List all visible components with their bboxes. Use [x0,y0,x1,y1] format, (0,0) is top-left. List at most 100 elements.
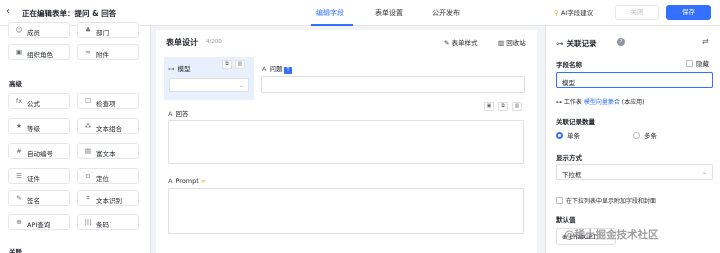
form-field-question[interactable]: A 问题 T [258,57,528,100]
prompt-textarea[interactable] [168,188,524,234]
display-mode-value: 下拉框 [562,171,582,179]
workspace-info: ⊶ 工作表 模型向量集合 (本应用) [556,97,644,106]
form-design-title: 表单设计 [166,38,198,47]
radio-single-label: 单条 [567,132,580,140]
link-icon: ⊶ [168,65,175,73]
text-type-badge: T [284,67,292,74]
field-prompt-label: A Prompt ∞ [168,177,206,185]
brush-icon: ✎ [444,39,450,47]
display-mode-select[interactable]: 下拉框 ⌄ [556,164,713,180]
signature-icon: ✎ [16,194,22,202]
close-button[interactable]: 关闭 [615,5,659,20]
link-badge-icon: ∞ [200,178,206,185]
text-icon: A [168,110,173,118]
field-rich-text[interactable]: ▤ 富文本 [77,143,139,159]
copy-icon[interactable]: ⧉ [498,102,508,111]
help-icon[interactable]: ? [617,38,625,46]
form-style-button[interactable]: ✎ 表单样式 [444,37,478,47]
rich-text-icon: ▤ [84,147,92,155]
field-barcode[interactable]: ||| 条码 [77,214,139,230]
section-advanced: 高级 [9,80,22,88]
field-text-combo[interactable]: ⁂ 文本组合 [77,118,139,134]
field-location[interactable]: ⊙ 定位 [77,168,139,184]
copy-icon[interactable]: ⧉ [222,60,232,69]
field-id-card[interactable]: ☰ 证件 [8,168,70,184]
page-title: 正在编辑表单：提问 & 回答 [22,9,117,18]
field-label: 公式 [27,100,40,108]
field-count: 4/200 [206,39,222,45]
text-combo-icon: ⁂ [84,122,92,130]
ai-pin-icon: ⚲ [554,9,559,17]
field-label: 附件 [96,51,109,59]
display-mode-label: 显示方式 [556,154,582,162]
default-value-label: 默认值 [556,216,576,224]
ai-suggest-button[interactable]: ⚲ AI字段建议 [554,7,593,17]
field-name-input[interactable]: 模型 [556,72,713,88]
attachment-icon: ∞ [85,48,91,56]
field-label: 文本组合 [96,125,122,133]
active-tab-indicator [311,24,353,26]
panel-title-text: 关联记录 [566,39,597,48]
panel-title: ⊶ 关联记录 [556,38,597,49]
form-canvas: 表单设计 4/200 ✎ 表单样式 ▥ 回收站 ⊶ 模型 ⧉ ▥ ⌄ A 问题 T A… [156,30,537,253]
field-question-text: 问题 [269,65,283,73]
question-input[interactable] [261,76,525,93]
answer-textarea[interactable] [168,120,524,164]
location-icon: ⊙ [85,172,91,180]
person-icon: ☺ [15,26,23,34]
radio-single[interactable]: 单条 [556,130,580,140]
show-extra-checkbox[interactable]: 在下拉列表中显示附加字段和封面 [556,196,656,205]
checklist-icon: ☐ [85,97,91,105]
hidden-checkbox[interactable]: 隐藏 [686,58,709,68]
swap-icon[interactable]: ⇄ [702,37,709,46]
field-label: API查询 [27,221,51,229]
tab-edit-fields[interactable]: 编辑字段 [316,8,344,18]
radio-multiple[interactable]: 多条 [633,130,657,140]
field-question-label: A 问题 T [262,63,292,74]
field-ocr[interactable]: ⌗ 文本识别 [77,190,139,206]
model-dropdown[interactable]: ⌄ [169,78,249,92]
field-auto-number[interactable]: # 自动编号 [8,143,70,159]
form-field-model[interactable]: ⊶ 模型 ⧉ ▥ ⌄ [164,57,254,100]
field-attachment[interactable]: ∞ 附件 [77,44,139,60]
id-card-icon: ☰ [16,172,22,180]
field-prompt-text: Prompt [175,177,199,185]
auto-number-icon: # [16,147,22,155]
field-label: 组织角色 [27,51,53,59]
field-label: 富文本 [96,150,116,158]
show-extra-label: 在下拉列表中显示附加字段和封面 [566,198,657,205]
form-field-answer[interactable]: A 回答 ▣ ⧉ ▥ [164,100,528,168]
barcode-icon: ||| [84,218,92,226]
field-label: 证件 [27,175,40,183]
radio-checked-icon [556,132,563,139]
link-icon: ⊶ [556,39,564,48]
field-org-role[interactable]: ▣ 组织角色 [8,44,70,60]
text-icon: A [262,65,267,73]
delete-icon[interactable]: ▥ [512,102,522,111]
field-label: 检查项 [96,100,116,108]
field-label: 成员 [27,29,40,37]
form-field-prompt[interactable]: A Prompt ∞ [164,170,528,240]
field-label: 等级 [27,125,40,133]
field-api-query[interactable]: ⊕ API查询 [8,214,70,230]
recycle-bin-button[interactable]: ▥ 回收站 [498,37,526,47]
delete-icon[interactable]: ▥ [235,60,245,69]
settings-icon[interactable]: ▣ [484,102,494,111]
record-count-label: 关联记录数量 [556,118,595,126]
save-button[interactable]: 保存 [666,5,711,20]
workspace-link[interactable]: 模型向量集合 [584,99,620,106]
tab-publish[interactable]: 公开发布 [432,8,460,18]
hidden-label: 隐藏 [696,60,709,68]
field-signature[interactable]: ✎ 签名 [8,190,70,206]
recycle-bin-label: 回收站 [506,39,526,47]
field-rating[interactable]: ★ 等级 [8,118,70,134]
field-member[interactable]: ☺ 成员 [8,22,70,38]
field-answer-text: 回答 [175,110,189,118]
field-checklist[interactable]: ☐ 检查项 [77,93,139,109]
field-formula[interactable]: fx 公式 [8,93,70,109]
back-icon[interactable]: ‹ [6,7,10,17]
field-department[interactable]: ♣ 部门 [77,22,139,38]
tab-form-settings[interactable]: 表单设置 [375,8,403,18]
ai-suggest-label: AI字段建议 [560,9,594,17]
field-properties-panel: ⊶ 关联记录 ? ⇄ 字段名称 隐藏 模型 ⊶ 工作表 模型向量集合 (本应用) … [545,26,720,253]
